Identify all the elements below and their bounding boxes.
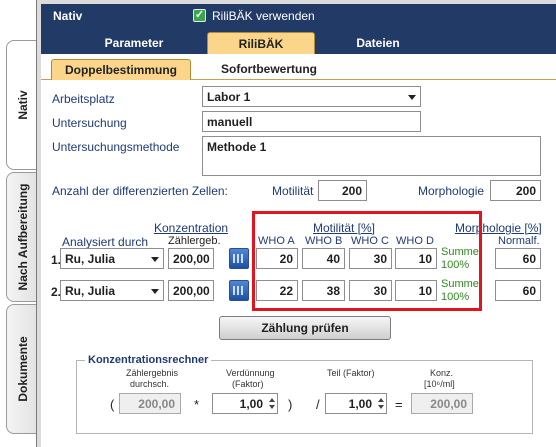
tab-rilibaek[interactable]: RiliBÄK (207, 32, 315, 54)
count-field-2[interactable]: 200,00 (168, 280, 214, 301)
zaehlergebnis-field: 200,00 (119, 393, 181, 414)
slash-sign: / (316, 397, 320, 412)
side-tab-strip: Nativ Nach Aufbereitung Dokumente (0, 0, 40, 447)
durchsch-label: durchsch. (130, 379, 170, 389)
teil-stepper[interactable]: 1,00 (325, 393, 387, 414)
tab-dateien[interactable]: Dateien (323, 32, 433, 54)
konzentration-header: Konzentration (154, 221, 229, 235)
motilitaet-count-label: Motilität (272, 184, 314, 198)
section-header: Nativ ✓ RiliBÄK verwenden (41, 4, 556, 28)
konzentrationsrechner-title: Konzentrationsrechner (88, 354, 209, 366)
analyst-select-1[interactable]: Ru, Julia (60, 248, 164, 269)
tab-parameter[interactable]: Parameter (79, 32, 189, 54)
calculator-icon[interactable] (229, 280, 249, 301)
normalf-header: Normalf. (498, 235, 540, 247)
anzahl-label: Anzahl der differenzierten Zellen: (52, 184, 228, 198)
rilibaek-checkbox[interactable]: ✓ (193, 9, 206, 22)
zaehlergebnis-label: Zählergebnis (126, 368, 179, 378)
highlight-box (252, 211, 482, 311)
side-tab-dokumente[interactable]: Dokumente (6, 304, 38, 434)
methode-field[interactable]: Methode 1 (202, 136, 541, 176)
analyst-select-2[interactable]: Ru, Julia (60, 280, 164, 301)
spinner-down-icon[interactable] (378, 405, 384, 409)
calculator-icon[interactable] (229, 248, 249, 269)
chevron-down-icon (408, 95, 416, 100)
zaehlergeb-header: Zählergeb. (168, 235, 221, 247)
normal-field-2[interactable]: 60 (495, 280, 541, 301)
untersuchung-field[interactable]: manuell (202, 111, 421, 132)
close-paren: ) (288, 397, 293, 412)
motilitaet-count-field[interactable]: 200 (318, 180, 367, 201)
verduennung-stepper[interactable]: 1,00 (212, 393, 278, 414)
verduennung-label: Verdünnung (226, 368, 275, 378)
spinner-up-icon[interactable] (269, 398, 275, 402)
side-tab-nativ[interactable]: Nativ (6, 40, 38, 170)
zaehlung-pruefen-button[interactable]: Zählung prüfen (219, 316, 391, 340)
morphologie-count-label: Morphologie (418, 184, 485, 198)
chevron-down-icon (151, 257, 159, 262)
side-tab-nach-aufbereitung[interactable]: Nach Aufbereitung (6, 172, 38, 302)
top-tab-bar: Parameter RiliBÄK Dateien (41, 28, 556, 54)
spinner-down-icon[interactable] (269, 405, 275, 409)
rilibaek-checkbox-label[interactable]: RiliBÄK verwenden (212, 9, 315, 23)
konzentration-result-field: 200,00 (411, 393, 473, 414)
arbeitsplatz-label: Arbeitsplatz (52, 92, 115, 106)
section-title: Nativ (53, 9, 83, 23)
teil-label: Teil (Faktor) (327, 368, 375, 378)
spinner-up-icon[interactable] (378, 398, 384, 402)
tab-doppelbestimmung[interactable]: Doppelbestimmung (51, 59, 191, 81)
konz-label: Konz. (430, 368, 454, 378)
analysiert-header: Analysiert durch (62, 235, 149, 249)
normal-field-1[interactable]: 60 (495, 248, 541, 269)
untersuchung-label: Untersuchung (52, 116, 127, 130)
tab-sofortbewertung[interactable]: Sofortbewertung (199, 59, 339, 81)
sub-tab-bar: Doppelbestimmung Sofortbewertung (41, 54, 556, 81)
open-paren: ( (110, 397, 115, 412)
chevron-down-icon (151, 289, 159, 294)
konz-unit-label: [10⁶/ml] (424, 379, 455, 389)
faktor-label: (Faktor) (232, 379, 264, 389)
methode-label: Untersuchungsmethode (52, 140, 180, 154)
equals-sign: = (395, 397, 403, 412)
arbeitsplatz-select[interactable]: Labor 1 (202, 86, 421, 107)
morphologie-count-field[interactable]: 200 (490, 180, 541, 201)
count-field-1[interactable]: 200,00 (168, 248, 214, 269)
times-sign: * (194, 397, 200, 412)
